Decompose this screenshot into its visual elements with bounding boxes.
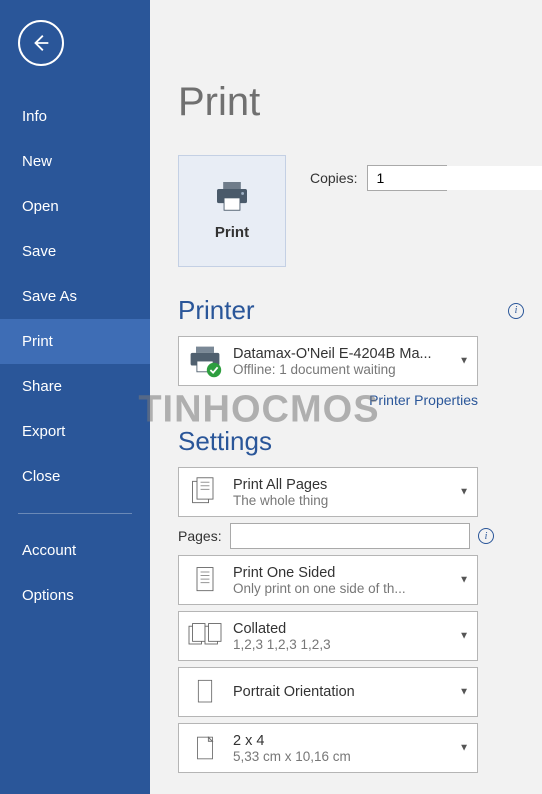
pages-input[interactable] — [230, 523, 470, 549]
paper-size-icon — [187, 730, 223, 766]
sidebar-item-open[interactable]: Open — [0, 184, 150, 229]
printer-icon — [214, 182, 250, 212]
sidebar-separator — [18, 513, 132, 514]
printer-dropdown[interactable]: Datamax-O'Neil E-4204B Ma... Offline: 1 … — [178, 336, 478, 386]
back-arrow-icon — [30, 32, 52, 54]
page-title: Print — [178, 80, 524, 125]
collate-dropdown[interactable]: Collated 1,2,3 1,2,3 1,2,3 ▼ — [178, 611, 478, 661]
sidebar-item-save[interactable]: Save — [0, 229, 150, 274]
sides-dropdown[interactable]: Print One Sided Only print on one side o… — [178, 555, 478, 605]
portrait-icon — [187, 674, 223, 710]
copies-input[interactable] — [368, 166, 542, 190]
sidebar-item-close[interactable]: Close — [0, 454, 150, 499]
chevron-down-icon: ▼ — [459, 687, 469, 698]
settings-heading: Settings — [178, 426, 272, 457]
sidebar-item-print[interactable]: Print — [0, 319, 150, 364]
collate-sub: 1,2,3 1,2,3 1,2,3 — [233, 637, 469, 652]
pages-info-icon[interactable]: i — [478, 528, 494, 544]
chevron-down-icon: ▼ — [459, 487, 469, 498]
printer-heading: Printer — [178, 295, 255, 326]
printer-info-icon[interactable]: i — [508, 303, 524, 319]
print-what-sub: The whole thing — [233, 493, 469, 508]
back-button[interactable] — [18, 20, 64, 66]
chevron-down-icon: ▼ — [459, 356, 469, 367]
main-panel: Print Print Copies: ▲ ▼ Printer i — [150, 0, 542, 794]
collated-icon — [187, 618, 223, 654]
printer-status-icon — [187, 343, 223, 379]
print-what-title: Print All Pages — [233, 477, 469, 493]
printer-name: Datamax-O'Neil E-4204B Ma... — [233, 346, 469, 362]
sidebar-item-share[interactable]: Share — [0, 364, 150, 409]
sides-title: Print One Sided — [233, 565, 469, 581]
one-sided-icon — [187, 562, 223, 598]
sidebar-item-export[interactable]: Export — [0, 409, 150, 454]
printer-status: Offline: 1 document waiting — [233, 362, 469, 377]
collate-title: Collated — [233, 621, 469, 637]
paper-title: 2 x 4 — [233, 733, 469, 749]
sidebar-item-save-as[interactable]: Save As — [0, 274, 150, 319]
sidebar-item-info[interactable]: Info — [0, 94, 150, 139]
chevron-down-icon: ▼ — [459, 631, 469, 642]
chevron-down-icon: ▼ — [459, 575, 469, 586]
print-all-pages-icon — [187, 474, 223, 510]
orientation-dropdown[interactable]: Portrait Orientation ▼ — [178, 667, 478, 717]
print-button-label: Print — [215, 224, 249, 241]
printer-properties-link[interactable]: Printer Properties — [178, 392, 478, 408]
sidebar-item-account[interactable]: Account — [0, 528, 150, 573]
print-what-dropdown[interactable]: Print All Pages The whole thing ▼ — [178, 467, 478, 517]
pages-label: Pages: — [178, 528, 222, 544]
chevron-down-icon: ▼ — [459, 743, 469, 754]
sidebar-item-new[interactable]: New — [0, 139, 150, 184]
paper-sub: 5,33 cm x 10,16 cm — [233, 749, 469, 764]
backstage-sidebar: Info New Open Save Save As Print Share E… — [0, 0, 150, 794]
copies-spinner[interactable]: ▲ ▼ — [367, 165, 447, 191]
print-button[interactable]: Print — [178, 155, 286, 267]
sides-sub: Only print on one side of th... — [233, 581, 469, 596]
paper-size-dropdown[interactable]: 2 x 4 5,33 cm x 10,16 cm ▼ — [178, 723, 478, 773]
orientation-title: Portrait Orientation — [233, 684, 355, 700]
copies-label: Copies: — [310, 170, 357, 186]
sidebar-item-options[interactable]: Options — [0, 573, 150, 618]
